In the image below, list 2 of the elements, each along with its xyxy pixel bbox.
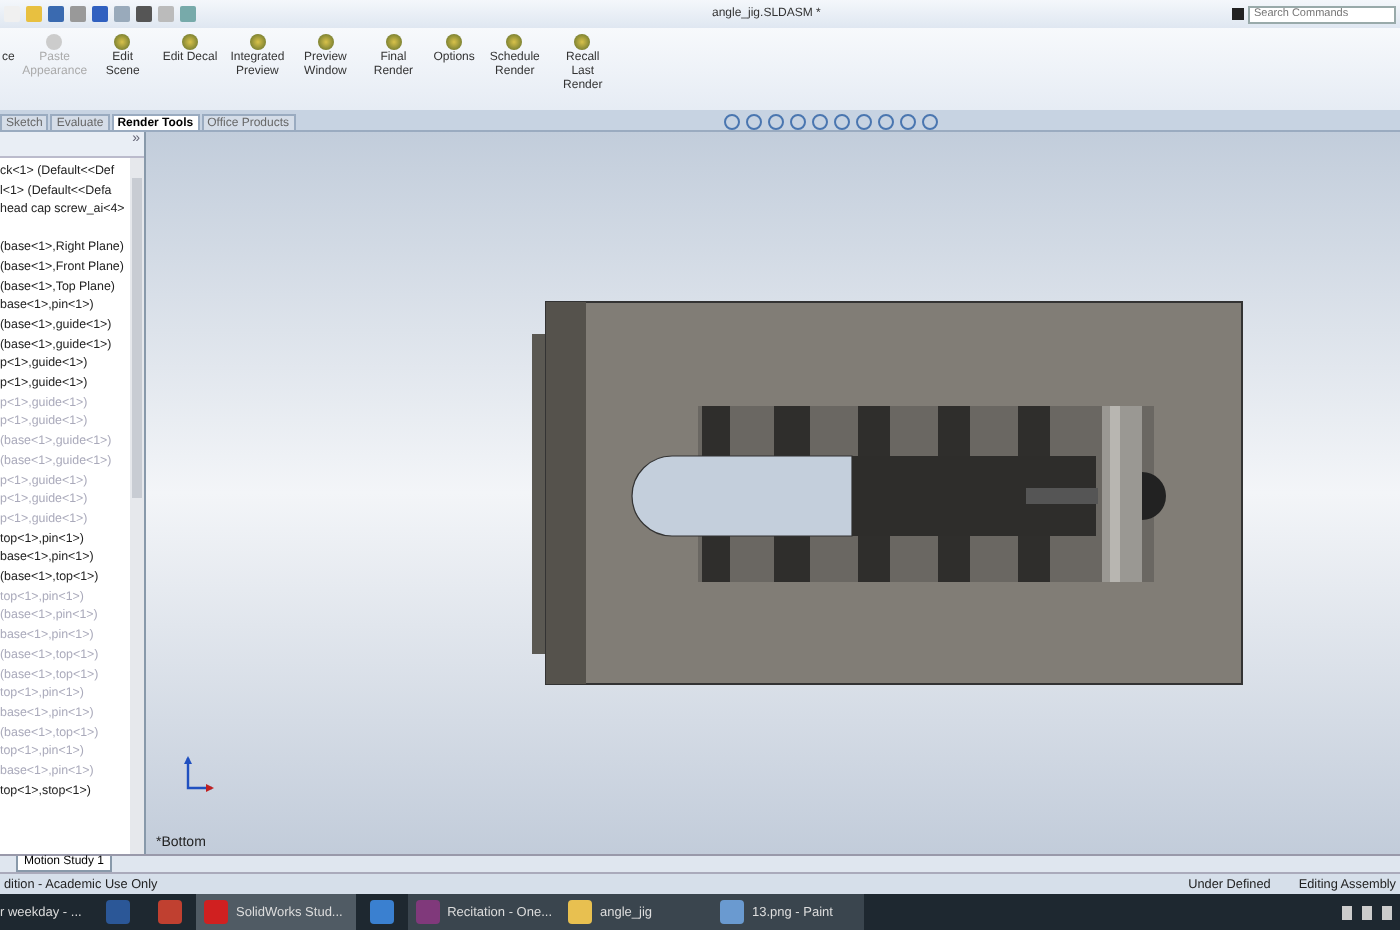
axis-triad-icon — [182, 756, 214, 792]
scrollbar[interactable] — [130, 158, 144, 854]
